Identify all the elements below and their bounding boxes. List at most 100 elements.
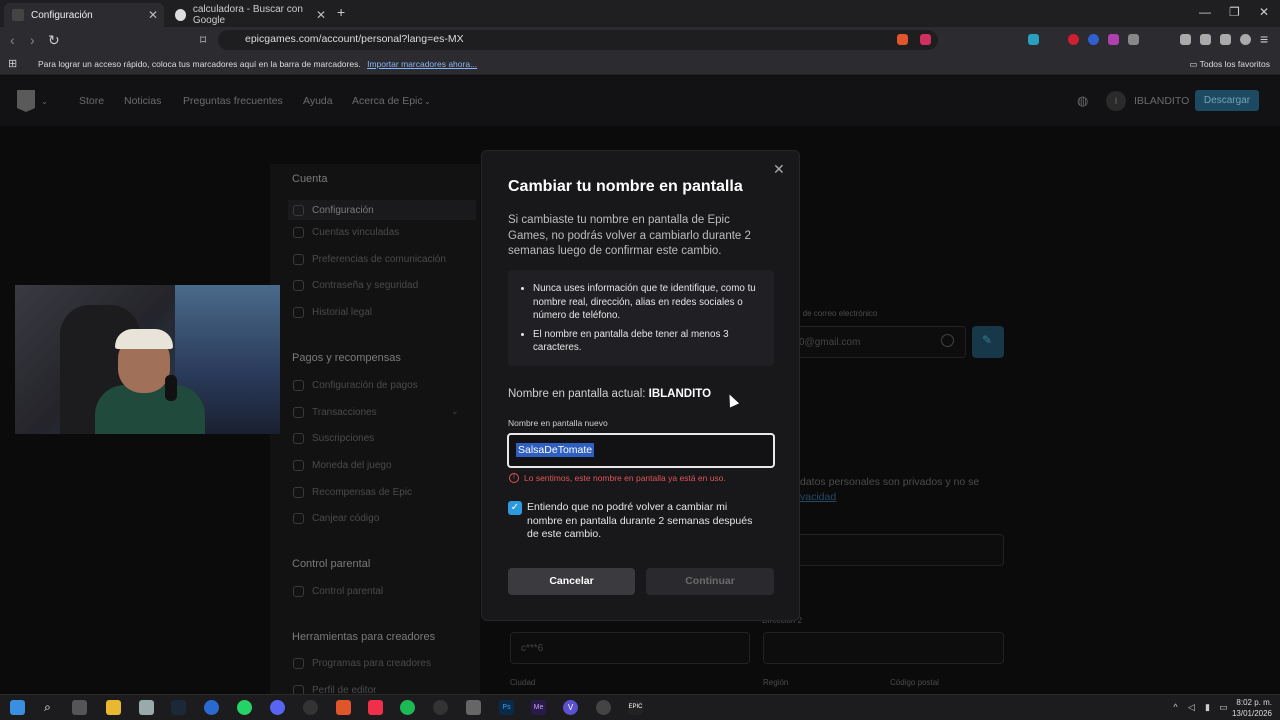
task-view-icon[interactable] — [72, 700, 87, 715]
extension-icon[interactable] — [1108, 34, 1119, 45]
file-explorer-icon[interactable] — [106, 700, 121, 715]
music-icon[interactable] — [368, 700, 383, 715]
address-field: c***6 — [510, 632, 750, 664]
media-encoder-icon[interactable]: Me — [531, 700, 546, 715]
clock-time: 8:02 p. m. — [1236, 698, 1272, 707]
sidebar-section-title: Pagos y recompensas — [292, 352, 401, 364]
nav-ayuda[interactable]: Ayuda — [303, 95, 333, 107]
app-icon[interactable] — [433, 700, 448, 715]
close-icon[interactable]: ✕ — [773, 161, 785, 178]
sidebar-item-redeem[interactable]: Canjear código — [293, 513, 379, 524]
back-icon[interactable]: ‹ — [10, 32, 15, 48]
edit-email-button[interactable]: ✎ — [972, 326, 1004, 358]
confirm-checkbox[interactable]: ✓ — [508, 501, 522, 515]
close-window-icon[interactable]: ✕ — [1259, 5, 1269, 19]
sidebar-item-rewards[interactable]: Recompensas de Epic — [293, 487, 412, 498]
family-icon — [293, 586, 304, 597]
tab-google-search[interactable]: calculadora - Buscar con Google ✕ — [167, 3, 332, 27]
extension-icon[interactable] — [1068, 34, 1079, 45]
continue-button[interactable]: Continuar — [646, 568, 774, 595]
discord-icon[interactable] — [270, 700, 285, 715]
leo-ai-icon[interactable] — [1220, 34, 1231, 45]
extension-icon[interactable] — [1088, 34, 1099, 45]
search-icon[interactable]: ⌕ — [40, 700, 55, 715]
extensions-puzzle-icon[interactable] — [1128, 34, 1139, 45]
apps-grid-icon[interactable]: ⊞ — [8, 57, 17, 70]
current-name-label: Nombre en pantalla actual: — [508, 388, 646, 400]
volume-icon[interactable]: ◁ — [1184, 700, 1199, 715]
sidebar-item-label: Moneda del juego — [312, 460, 392, 471]
windows-taskbar: ⌕ Ps Me V EPIC ^ ◁ ▮ ▭ 8:02 p. m. 13/01/… — [0, 694, 1280, 720]
sidebar-item-payment-settings[interactable]: Configuración de pagos — [293, 380, 418, 391]
microphone-icon[interactable]: ▮ — [1200, 700, 1215, 715]
system-clock[interactable]: 8:02 p. m. 13/01/2026 — [1232, 697, 1272, 719]
brave-shield-icon[interactable] — [897, 34, 908, 45]
menu-icon[interactable]: ≡ — [1260, 31, 1268, 47]
sidebar-item-label: Canjear código — [312, 513, 380, 524]
app-icon[interactable] — [204, 700, 219, 715]
url-field[interactable]: epicgames.com/account/personal?lang=es-M… — [218, 30, 938, 50]
new-name-input[interactable] — [507, 433, 775, 468]
close-tab-icon[interactable]: ✕ — [148, 8, 158, 22]
tab-configuracion[interactable]: Configuración ✕ — [4, 3, 164, 27]
app-icon[interactable]: V — [563, 700, 578, 715]
epic-games-icon[interactable]: EPIC — [628, 700, 643, 715]
sidebar-item-configuracion[interactable]: Configuración — [288, 200, 476, 220]
confirm-checkbox-label[interactable]: Entiendo que no podré volver a cambiar m… — [527, 501, 762, 542]
network-icon[interactable]: ▭ — [1216, 700, 1231, 715]
whatsapp-icon[interactable] — [237, 700, 252, 715]
sidebar-item-creator-programs[interactable]: Programas para creadores — [293, 658, 431, 669]
address-value: c***6 — [521, 643, 544, 654]
app-icon[interactable] — [139, 700, 154, 715]
wallet-icon[interactable] — [1200, 34, 1211, 45]
chatgpt-icon[interactable] — [596, 700, 611, 715]
bookmark-icon[interactable]: ⌑ — [200, 33, 206, 47]
user-avatar[interactable]: I — [1106, 91, 1126, 111]
nav-store[interactable]: Store — [79, 95, 104, 107]
close-tab-icon[interactable]: ✕ — [316, 8, 326, 22]
chevron-down-icon[interactable]: ⌄ — [451, 406, 459, 417]
vpn-icon[interactable] — [1240, 34, 1251, 45]
tray-chevron-icon[interactable]: ^ — [1168, 700, 1183, 715]
minimize-icon[interactable]: — — [1199, 5, 1211, 19]
sidebar-item-label: Control parental — [312, 586, 384, 597]
sidebar-item-security[interactable]: Contraseña y seguridad — [293, 280, 418, 291]
cancel-button[interactable]: Cancelar — [508, 568, 635, 595]
nav-noticias[interactable]: Noticias — [124, 95, 161, 107]
spotify-icon[interactable] — [400, 700, 415, 715]
sidebar-item-publisher-profile[interactable]: Perfil de editor — [293, 685, 376, 694]
user-name[interactable]: IBLANDITO — [1134, 95, 1189, 107]
sidebar-item-linked-accounts[interactable]: Cuentas vinculadas — [293, 227, 399, 238]
sidebar-item-communication[interactable]: Preferencias de comunicación — [293, 254, 446, 265]
all-bookmarks-button[interactable]: ▭ Todos los favoritos — [1189, 59, 1270, 70]
app-icon[interactable] — [466, 700, 481, 715]
sidebar-icon[interactable] — [1180, 34, 1191, 45]
download-button[interactable]: Descargar — [1195, 90, 1259, 111]
nav-faq[interactable]: Preguntas frecuentes — [183, 95, 283, 107]
microphone-icon — [165, 375, 177, 401]
brave-icon[interactable] — [336, 700, 351, 715]
nav-acerca[interactable]: Acerca de Epic — [352, 95, 423, 107]
forward-icon[interactable]: › — [30, 32, 35, 48]
email-field: 0@gmail.com — [780, 326, 966, 358]
currency-icon — [293, 460, 304, 471]
restore-icon[interactable]: ❐ — [1229, 5, 1240, 19]
app-icon[interactable] — [303, 700, 318, 715]
steam-icon[interactable] — [171, 700, 186, 715]
sidebar-item-subscriptions[interactable]: Suscripciones — [293, 433, 374, 444]
new-tab-icon[interactable]: + — [337, 4, 345, 20]
sidebar-item-currency[interactable]: Moneda del juego — [293, 460, 392, 471]
sidebar-item-legal[interactable]: Historial legal — [293, 307, 372, 318]
windows-start-icon[interactable] — [10, 700, 25, 715]
reward-icon — [293, 487, 304, 498]
epic-logo-icon[interactable] — [17, 90, 35, 112]
brave-rewards-icon[interactable] — [920, 34, 931, 45]
import-bookmarks-link[interactable]: Importar marcadores ahora... — [367, 59, 477, 69]
extension-icon[interactable] — [1028, 34, 1039, 45]
reload-icon[interactable]: ↻ — [48, 32, 60, 49]
sidebar-item-transactions[interactable]: Transacciones — [293, 407, 377, 418]
photoshop-icon[interactable]: Ps — [499, 700, 514, 715]
account-sidebar: Cuenta Configuración Cuentas vinculadas … — [270, 164, 480, 694]
globe-icon[interactable]: ◍ — [1077, 93, 1088, 109]
sidebar-item-parental[interactable]: Control parental — [293, 586, 383, 597]
